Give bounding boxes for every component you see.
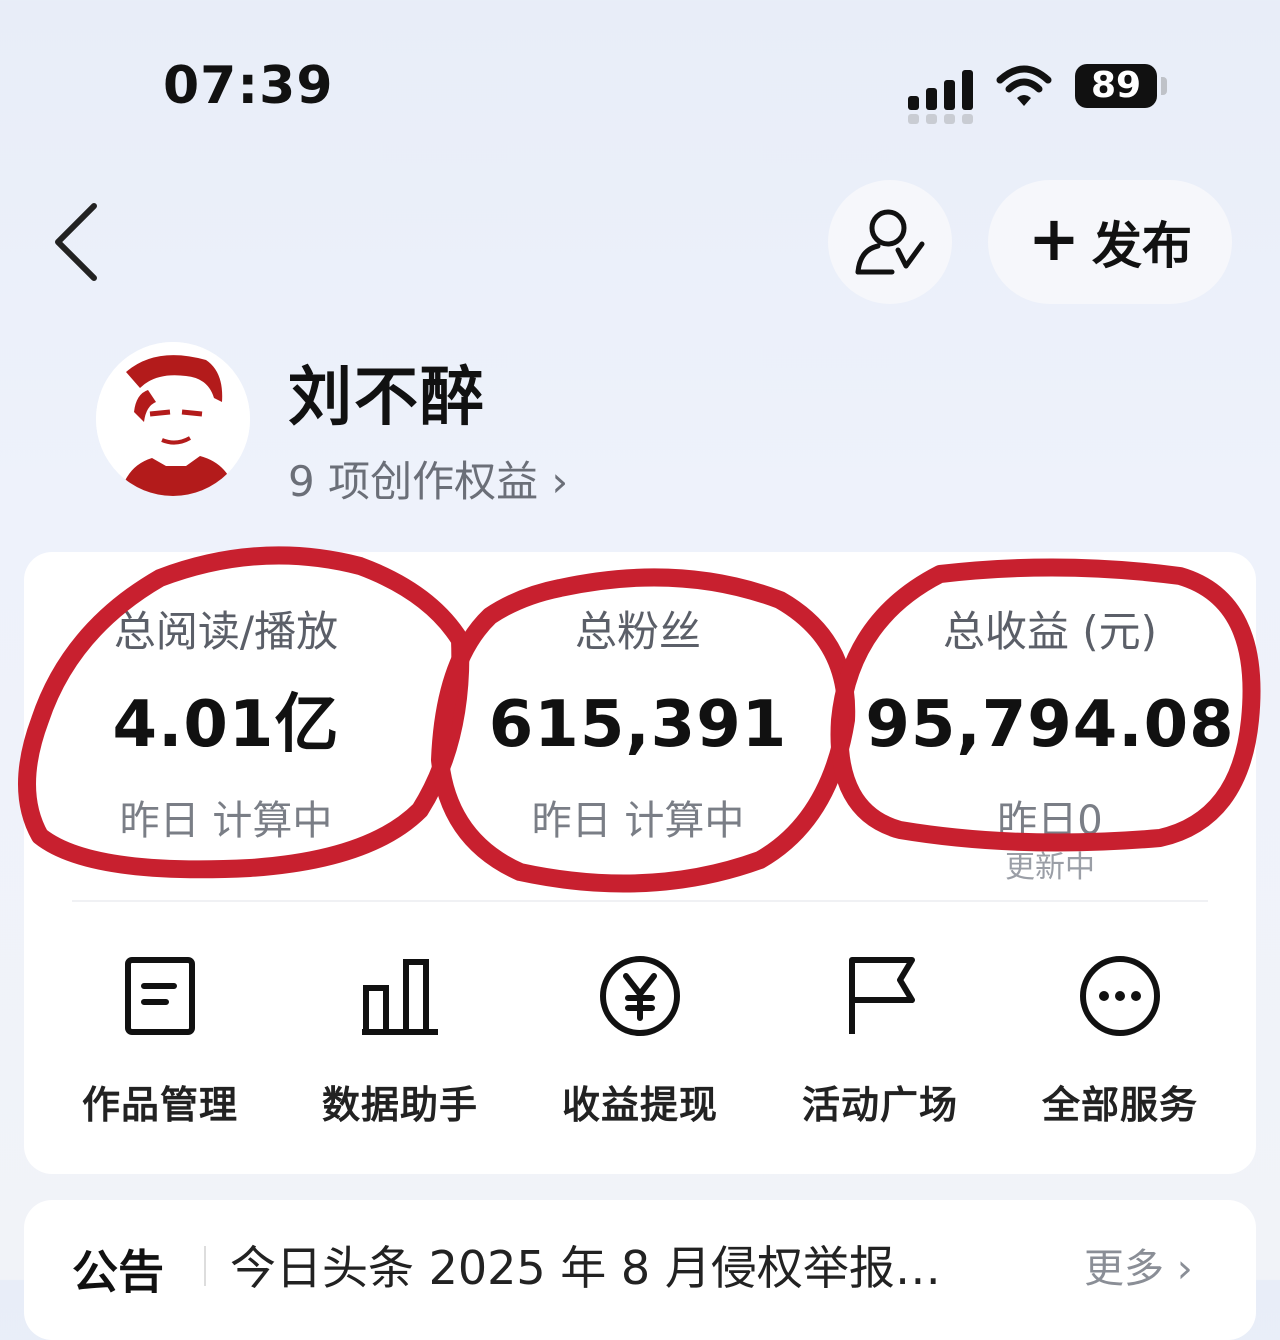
user-profile-button[interactable] <box>828 180 952 304</box>
service-all-services[interactable]: 全部服务 <box>1000 954 1240 1129</box>
publish-label: 发布 <box>1091 217 1192 275</box>
stat-label: 总粉丝 <box>574 607 701 656</box>
bar-chart-icon <box>362 959 438 1035</box>
service-label: 活动广场 <box>801 1083 958 1127</box>
username: 刘不醉 <box>288 361 486 435</box>
stat-value: 95,794.08 <box>865 688 1235 762</box>
flag-icon <box>849 957 915 1034</box>
stat-sub: 昨日 计算中 <box>119 798 333 844</box>
stat-value: 615,391 <box>488 688 788 762</box>
notice-separator <box>204 1246 206 1286</box>
battery-icon: 89 <box>1075 64 1157 108</box>
service-label: 全部服务 <box>1041 1083 1198 1127</box>
cellular-signal-icon <box>908 62 974 124</box>
notice-text[interactable]: 今日头条 2025 年 8 月侵权举报… <box>230 1232 941 1298</box>
stat-sub: 昨日 计算中 <box>531 798 745 844</box>
more-icon <box>1080 956 1160 1036</box>
stat-value: 4.01亿 <box>112 688 340 762</box>
stat-total-income[interactable]: 总收益 (元) 95,794.08 昨日0 更新中 <box>850 602 1250 886</box>
service-activity-square[interactable]: 活动广场 <box>760 954 1000 1129</box>
battery-tip <box>1161 77 1167 95</box>
notice-more-link[interactable]: 更多 › <box>1084 1236 1193 1294</box>
creator-benefits-link[interactable]: 9 项创作权益 › <box>288 448 568 509</box>
stat-total-reads[interactable]: 总阅读/播放 4.01亿 昨日 计算中 <box>26 602 426 846</box>
avatar-portrait <box>96 342 250 496</box>
notice-card[interactable]: 公告 今日头条 2025 年 8 月侵权举报… 更多 › <box>24 1200 1256 1340</box>
notice-tag: 公告 <box>72 1245 164 1299</box>
service-label: 作品管理 <box>81 1083 238 1127</box>
stat-sub: 昨日0 <box>997 798 1103 844</box>
user-verified-icon <box>855 209 925 275</box>
stat-total-fans[interactable]: 总粉丝 615,391 昨日 计算中 <box>438 602 838 846</box>
stat-label: 总阅读/播放 <box>113 607 339 656</box>
stat-label: 总收益 (元) <box>942 607 1158 656</box>
service-works-management[interactable]: 作品管理 <box>40 954 280 1129</box>
service-label: 收益提现 <box>561 1083 718 1127</box>
status-bar: 07:39 89 <box>0 0 1280 170</box>
plus-icon: + <box>1028 202 1080 275</box>
divider <box>72 900 1208 902</box>
service-data-assistant[interactable]: 数据助手 <box>280 954 520 1129</box>
wifi-icon <box>996 65 1052 106</box>
stats-card: 总阅读/播放 4.01亿 昨日 计算中 总粉丝 615,391 昨日 计算中 总… <box>24 552 1256 1174</box>
avatar[interactable] <box>96 342 250 496</box>
status-time: 07:39 <box>163 56 334 116</box>
yuan-icon <box>600 956 680 1036</box>
document-icon <box>125 957 195 1035</box>
publish-button[interactable]: + 发布 <box>988 180 1232 304</box>
service-label: 数据助手 <box>321 1083 478 1127</box>
back-button[interactable] <box>48 200 108 284</box>
service-income-withdraw[interactable]: 收益提现 <box>520 954 760 1129</box>
stat-updating: 更新中 <box>1005 850 1095 885</box>
